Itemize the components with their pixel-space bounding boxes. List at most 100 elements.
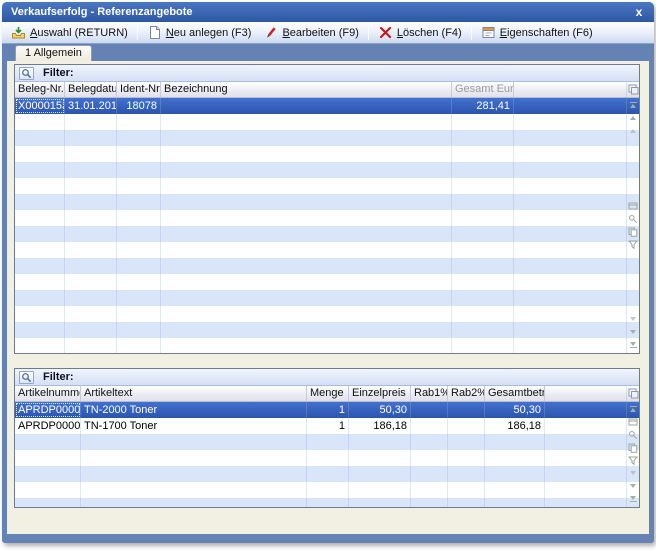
- column-picker-icon[interactable]: [627, 82, 640, 97]
- new-button-label: Neu anlegen (F3): [166, 27, 252, 39]
- cell[interactable]: TN-2000 Toner: [81, 402, 307, 418]
- cell[interactable]: APRDP00001: [15, 402, 81, 418]
- grid-row[interactable]: APRDP00001TN-2000 Toner150,3050,30: [15, 402, 639, 418]
- new-button[interactable]: Neu anlegen (F3): [141, 23, 258, 42]
- cell-empty: [15, 466, 81, 482]
- column-header[interactable]: Belegdatum: [65, 82, 117, 97]
- delete-cross-icon: [378, 25, 393, 40]
- offers-grid: Filter: Beleg-Nr.BelegdatumIdent-Nr.Beze…: [14, 64, 640, 354]
- cell[interactable]: 186,18: [349, 418, 411, 434]
- cell[interactable]: APRDP00002: [15, 418, 81, 434]
- cell[interactable]: [411, 402, 448, 418]
- cell-empty: [514, 274, 639, 290]
- cell[interactable]: 281,41: [452, 98, 514, 114]
- positions-grid: Filter: ArtikelnummerArtikeltextMengeEin…: [14, 368, 640, 508]
- down-arrow-icon: [630, 471, 636, 475]
- grid-row-empty: [15, 162, 639, 178]
- card-view-button[interactable]: [628, 201, 639, 211]
- page-down-button[interactable]: [628, 468, 639, 478]
- go-last-icon: [630, 501, 637, 502]
- grid-row[interactable]: X000015331.01.2011 /Mo18078 281,41: [15, 98, 639, 114]
- pages-icon: [628, 227, 638, 237]
- cell-empty: [411, 482, 448, 498]
- row-up-button[interactable]: [628, 113, 639, 123]
- pages-button[interactable]: [628, 227, 639, 237]
- cell[interactable]: [448, 402, 485, 418]
- offers-side-toolbar: [626, 82, 639, 353]
- cell-empty: [161, 114, 452, 130]
- go-first-button[interactable]: [628, 100, 639, 110]
- go-last-button[interactable]: [628, 494, 639, 504]
- positions-filter-bar: Filter:: [15, 369, 639, 386]
- cell-empty: [15, 162, 65, 178]
- column-header[interactable]: Ident-Nr.: [117, 82, 161, 97]
- cell[interactable]: [411, 418, 448, 434]
- column-header[interactable]: Rab1%: [411, 386, 448, 401]
- cell-empty: [161, 258, 452, 274]
- column-picker-icon[interactable]: [627, 386, 640, 401]
- row-down-button[interactable]: [628, 327, 639, 337]
- cell-empty: [514, 322, 639, 338]
- cell[interactable]: 18078: [117, 98, 161, 114]
- cell[interactable]: 31.01.2011 /Mo: [65, 98, 117, 114]
- grid-row-empty: [15, 322, 639, 338]
- cell[interactable]: 1: [307, 418, 349, 434]
- column-header[interactable]: Beleg-Nr.: [15, 82, 65, 97]
- delete-button[interactable]: Löschen (F4): [372, 23, 468, 42]
- filter-magnifier-button[interactable]: [19, 371, 34, 384]
- tab-allgemein[interactable]: 1 Allgemein: [15, 45, 92, 61]
- cell[interactable]: TN-1700 Toner: [81, 418, 307, 434]
- page-up-button[interactable]: [628, 126, 639, 136]
- select-button-label: Auswahl (RETURN): [30, 27, 128, 39]
- filter-rows-button[interactable]: [628, 240, 639, 250]
- cell-empty: [117, 210, 161, 226]
- cell[interactable]: 50,30: [485, 402, 545, 418]
- cell[interactable]: [161, 98, 452, 114]
- grid-row[interactable]: APRDP00002TN-1700 Toner1186,18186,18: [15, 418, 639, 434]
- cell-empty: [65, 242, 117, 258]
- search-rows-button[interactable]: [628, 214, 639, 224]
- new-document-icon: [147, 25, 162, 40]
- pages-button[interactable]: [628, 443, 639, 453]
- go-first-button[interactable]: [628, 404, 639, 414]
- filter-magnifier-button[interactable]: [19, 67, 34, 80]
- cell[interactable]: X0000153: [15, 98, 65, 114]
- column-header[interactable]: Bezeichnung: [161, 82, 452, 97]
- select-button[interactable]: Auswahl (RETURN): [5, 23, 134, 42]
- toolbar: Auswahl (RETURN) Neu anlegen (F3) Bearbe…: [2, 22, 654, 44]
- cell-empty: [15, 482, 81, 498]
- cell-empty: [65, 306, 117, 322]
- column-header[interactable]: Einzelpreis: [349, 386, 411, 401]
- column-header[interactable]: Gesamtbetrag: [485, 386, 545, 401]
- grid-row-empty: [15, 482, 639, 498]
- grid-row-empty: [15, 466, 639, 482]
- column-header[interactable]: Artikeltext: [81, 386, 307, 401]
- cell-empty: [117, 162, 161, 178]
- column-header[interactable]: Menge: [307, 386, 349, 401]
- column-header[interactable]: Rab2%: [448, 386, 485, 401]
- grid-row-empty: [15, 274, 639, 290]
- column-header[interactable]: Gesamt Euro: [452, 82, 514, 97]
- go-last-button[interactable]: [628, 340, 639, 350]
- cell-empty: [117, 274, 161, 290]
- card-view-button[interactable]: [628, 417, 639, 427]
- cell-empty: [65, 162, 117, 178]
- page-down-button[interactable]: [628, 314, 639, 324]
- properties-button[interactable]: Eigenschaften (F6): [475, 23, 599, 42]
- row-down-button[interactable]: [628, 481, 639, 491]
- cell-empty: [81, 450, 307, 466]
- column-header[interactable]: Artikelnummer: [15, 386, 81, 401]
- edit-button[interactable]: Bearbeiten (F9): [257, 23, 364, 42]
- search-rows-button[interactable]: [628, 430, 639, 440]
- close-button[interactable]: x: [630, 5, 648, 20]
- properties-window-icon: [481, 25, 496, 40]
- cell-empty: [161, 210, 452, 226]
- cell-empty: [349, 498, 411, 507]
- filter-rows-button[interactable]: [628, 456, 639, 466]
- cell[interactable]: 50,30: [349, 402, 411, 418]
- grid-row-empty: [15, 114, 639, 130]
- cell[interactable]: 1: [307, 402, 349, 418]
- cell[interactable]: 186,18: [485, 418, 545, 434]
- cell-empty: [117, 146, 161, 162]
- cell[interactable]: [448, 418, 485, 434]
